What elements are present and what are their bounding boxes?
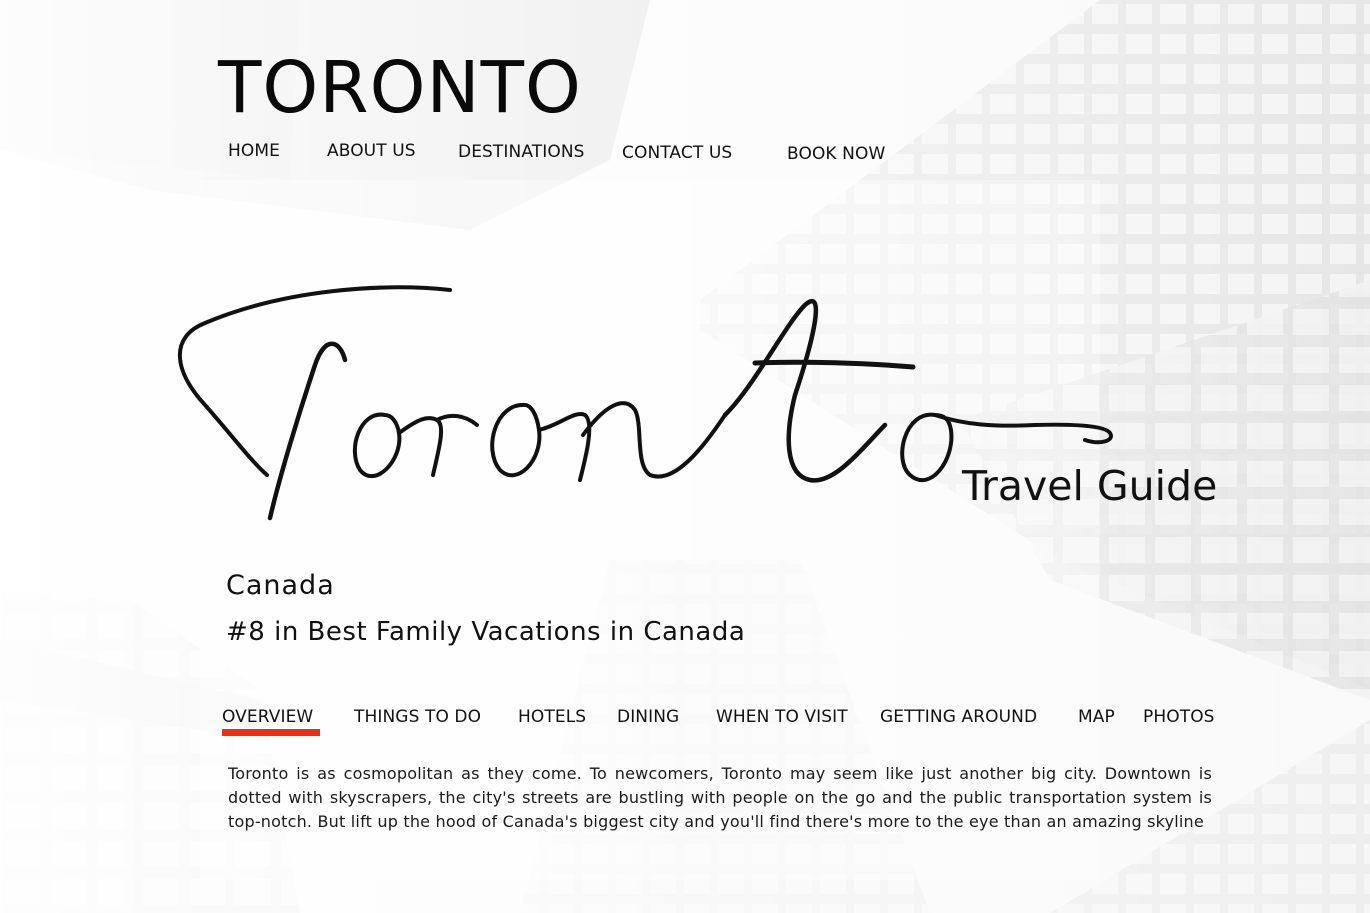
tab-photos[interactable]: PHOTOS (1143, 707, 1215, 727)
tab-map[interactable]: MAP (1078, 707, 1115, 727)
tab-hotels[interactable]: HOTELS (518, 707, 586, 727)
travel-guide-subtitle: Travel Guide (962, 462, 1218, 510)
tab-overview[interactable]: OVERVIEW (222, 707, 313, 727)
nav-contact-us[interactable]: CONTACT US (622, 143, 732, 163)
tab-getting-around[interactable]: GETTING AROUND (880, 707, 1037, 727)
nav-destinations[interactable]: DESTINATIONS (458, 142, 585, 162)
site-logo-title[interactable]: TORONTO (218, 48, 582, 128)
nav-book-now[interactable]: BOOK NOW (787, 144, 885, 164)
nav-about-us[interactable]: ABOUT US (327, 141, 416, 161)
tab-when-to-visit[interactable]: WHEN TO VISIT (716, 707, 848, 727)
tab-dining[interactable]: DINING (617, 707, 679, 727)
active-tab-indicator (222, 729, 320, 736)
nav-home[interactable]: HOME (228, 141, 280, 161)
tab-things-to-do[interactable]: THINGS TO DO (354, 707, 481, 727)
ranking-text: #8 in Best Family Vacations in Canada (226, 617, 746, 647)
overview-paragraph: Toronto is as cosmopolitan as they come.… (228, 764, 1212, 831)
country-heading: Canada (226, 570, 335, 601)
